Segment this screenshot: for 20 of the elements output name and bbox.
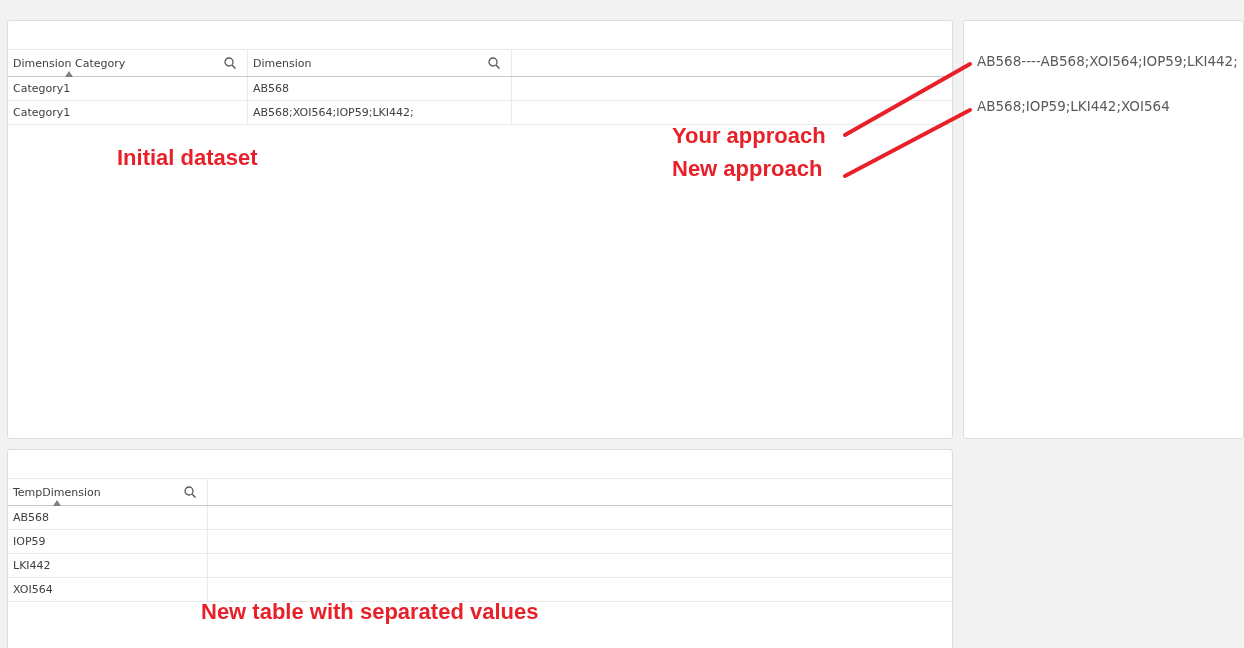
table-cell: AB568 [8, 506, 208, 529]
table-cell: XOI564 [8, 578, 208, 601]
result-text: AB568;IOP59;LKI442;XOI564 [977, 98, 1171, 116]
annotation-text: New table with separated values [201, 599, 539, 625]
column-header[interactable]: Dimension Category [13, 56, 126, 70]
column-header[interactable]: Dimension [253, 56, 312, 70]
column-header[interactable]: TempDimension [13, 485, 101, 499]
search-icon[interactable] [184, 486, 196, 498]
table-cell: AB568 [248, 77, 512, 100]
table-cell: Category1 [8, 101, 248, 124]
annotation-text: New approach [672, 156, 823, 182]
annotation-text: Your approach [672, 123, 826, 149]
table-cell: Category1 [8, 77, 248, 100]
annotation-text: Initial dataset [117, 145, 258, 171]
table-cell: AB568;XOI564;IOP59;LKI442; [248, 101, 512, 124]
search-icon[interactable] [224, 57, 236, 69]
result-text: AB568----AB568;XOI564;IOP59;LKI442; [977, 53, 1239, 71]
search-icon[interactable] [488, 57, 500, 69]
table-cell: IOP59 [8, 530, 208, 553]
table-cell: LKI442 [8, 554, 208, 577]
